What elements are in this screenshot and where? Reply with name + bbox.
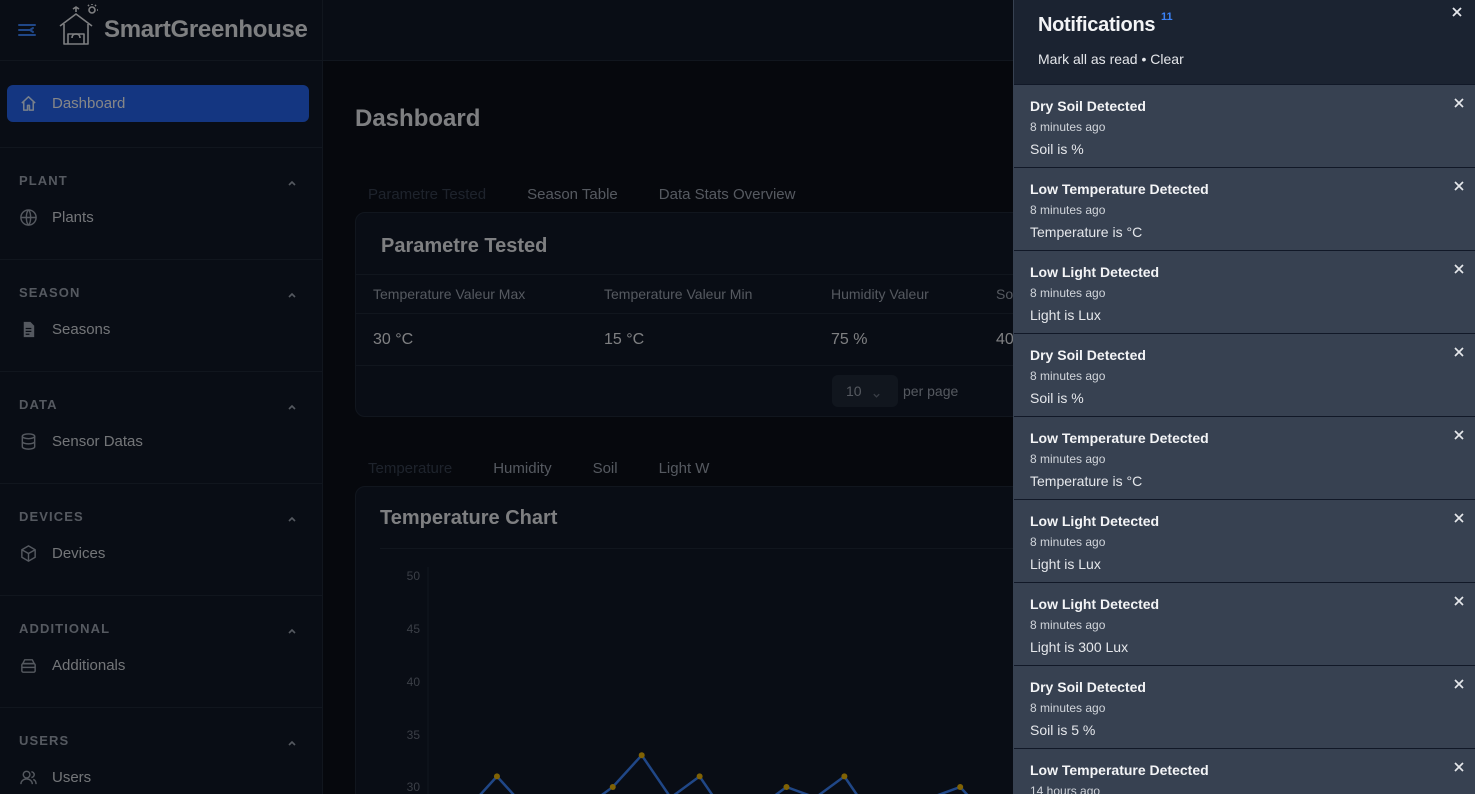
notification-item[interactable]: Low Temperature Detected 14 hours ago bbox=[1014, 749, 1475, 794]
notification-time: 8 minutes ago bbox=[1030, 203, 1106, 217]
notification-message: Soil is % bbox=[1030, 390, 1084, 406]
notification-item[interactable]: Low Temperature Detected 8 minutes ago Tem… bbox=[1014, 168, 1475, 251]
notification-title: Low Light Detected bbox=[1030, 264, 1160, 280]
notification-message: Soil is % bbox=[1030, 141, 1084, 157]
notifications-panel: Notifications 11 Mark all as read • Clea… bbox=[1013, 0, 1475, 794]
notification-message: Light is Lux bbox=[1030, 307, 1101, 323]
close-icon[interactable] bbox=[1452, 677, 1466, 691]
notification-message: Light is Lux bbox=[1030, 556, 1101, 572]
notification-time: 8 minutes ago bbox=[1030, 535, 1106, 549]
notification-message: Soil is 5 % bbox=[1030, 722, 1096, 738]
notifications-header: Notifications 11 Mark all as read • Clea… bbox=[1014, 0, 1475, 85]
notification-time: 8 minutes ago bbox=[1030, 452, 1106, 466]
notification-time: 8 minutes ago bbox=[1030, 618, 1106, 632]
separator: • bbox=[1141, 51, 1147, 67]
clear-link[interactable]: Clear bbox=[1150, 51, 1183, 67]
notification-time: 8 minutes ago bbox=[1030, 701, 1106, 715]
notifications-list: Dry Soil Detected 8 minutes ago Soil is % L… bbox=[1014, 85, 1475, 794]
notification-item[interactable]: Dry Soil Detected 8 minutes ago Soil is % bbox=[1014, 334, 1475, 417]
notification-item[interactable]: Low Light Detected 8 minutes ago Light is … bbox=[1014, 500, 1475, 583]
notification-title: Low Temperature Detected bbox=[1030, 762, 1209, 778]
close-icon[interactable] bbox=[1452, 594, 1466, 608]
notification-item[interactable]: Low Light Detected 8 minutes ago Light is … bbox=[1014, 251, 1475, 334]
close-icon[interactable] bbox=[1452, 345, 1466, 359]
notification-time: 14 hours ago bbox=[1030, 784, 1101, 794]
close-icon[interactable] bbox=[1452, 262, 1466, 276]
notification-title: Dry Soil Detected bbox=[1030, 347, 1146, 363]
notification-item[interactable]: Dry Soil Detected 8 minutes ago Soil is % bbox=[1014, 85, 1475, 168]
notification-item[interactable]: Low Temperature Detected 8 minutes ago Tem… bbox=[1014, 417, 1475, 500]
notification-item[interactable]: Dry Soil Detected 8 minutes ago Soil is 5 … bbox=[1014, 666, 1475, 749]
close-icon[interactable] bbox=[1452, 511, 1466, 525]
notification-item[interactable]: Low Light Detected 8 minutes ago Light is … bbox=[1014, 583, 1475, 666]
mark-all-read-link[interactable]: Mark all as read bbox=[1038, 51, 1138, 67]
notification-time: 8 minutes ago bbox=[1030, 286, 1106, 300]
notification-message: Temperature is °C bbox=[1030, 473, 1143, 489]
notification-message: Temperature is °C bbox=[1030, 224, 1143, 240]
notification-title: Dry Soil Detected bbox=[1030, 98, 1146, 114]
notification-time: 8 minutes ago bbox=[1030, 369, 1106, 383]
close-icon[interactable] bbox=[1449, 4, 1465, 20]
notification-time: 8 minutes ago bbox=[1030, 120, 1106, 134]
notification-title: Low Temperature Detected bbox=[1030, 181, 1209, 197]
overlay-backdrop[interactable] bbox=[0, 0, 1013, 794]
close-icon[interactable] bbox=[1452, 179, 1466, 193]
notifications-title: Notifications bbox=[1038, 14, 1156, 36]
close-icon[interactable] bbox=[1452, 760, 1466, 774]
close-icon[interactable] bbox=[1452, 428, 1466, 442]
notifications-actions: Mark all as read • Clear bbox=[1038, 51, 1184, 67]
notification-title: Low Temperature Detected bbox=[1030, 430, 1209, 446]
notification-title: Dry Soil Detected bbox=[1030, 679, 1146, 695]
close-icon[interactable] bbox=[1452, 96, 1466, 110]
notification-title: Low Light Detected bbox=[1030, 596, 1160, 612]
notification-title: Low Light Detected bbox=[1030, 513, 1160, 529]
notifications-count-badge: 11 bbox=[1161, 11, 1173, 23]
notification-message: Light is 300 Lux bbox=[1030, 639, 1129, 655]
